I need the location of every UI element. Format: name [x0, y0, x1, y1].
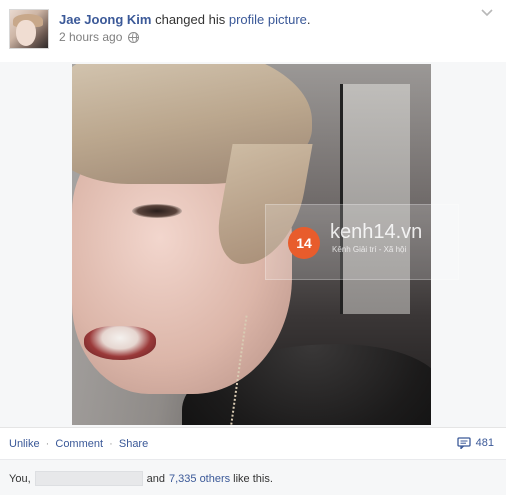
watermark-brand: kenh14.vn — [330, 221, 423, 243]
action-separator: · — [45, 438, 50, 450]
photo-eye — [132, 204, 182, 218]
comment-bubble-icon — [456, 437, 471, 449]
redacted-friend-name — [34, 471, 143, 486]
timestamp-link[interactable]: 2 hours ago — [59, 30, 122, 44]
action-separator: · — [109, 438, 113, 450]
watermark-subtitle: Kênh Giải trí - Xã hội — [332, 245, 407, 254]
story-action-text: changed his — [155, 12, 226, 27]
share-link[interactable]: Share — [119, 438, 148, 450]
likes-sentence: You, and 7,335 others like this. — [9, 471, 273, 486]
comment-count[interactable]: 481 — [456, 437, 494, 449]
likes-prefix: You, — [9, 472, 31, 485]
action-links: Unlike · Comment · Share — [9, 438, 148, 450]
unlike-link[interactable]: Unlike — [9, 438, 40, 450]
chevron-down-icon[interactable] — [480, 8, 494, 18]
likes-summary: You, and 7,335 others like this. — [0, 459, 506, 495]
story-period: . — [306, 12, 311, 27]
story-meta: 2 hours ago — [59, 30, 140, 44]
globe-icon[interactable] — [128, 31, 140, 43]
author-avatar[interactable] — [9, 9, 49, 49]
story-actions-bar: Unlike · Comment · Share 481 — [0, 427, 506, 459]
author-name-link[interactable]: Jae Joong Kim — [59, 12, 151, 27]
photo-container: 14 kenh14.vn Kênh Giải trí - Xã hội — [0, 62, 506, 427]
likes-and: and — [146, 472, 165, 485]
avatar-face — [16, 20, 36, 46]
photo-watermark: 14 kenh14.vn Kênh Giải trí - Xã hội — [265, 204, 459, 280]
comment-count-value: 481 — [475, 437, 494, 449]
story-title: Jae Joong Kim changed his profile pictur… — [59, 12, 311, 27]
comment-link[interactable]: Comment — [55, 438, 103, 450]
likes-suffix: like this. — [233, 472, 273, 485]
story-header: Jae Joong Kim changed his profile pictur… — [0, 0, 506, 62]
profile-picture-link[interactable]: profile picture — [229, 12, 307, 27]
watermark-logo: 14 — [288, 227, 320, 259]
feed-story: Jae Joong Kim changed his profile pictur… — [0, 0, 506, 503]
others-like-link[interactable]: 7,335 others — [169, 473, 230, 485]
photo-mouth — [84, 326, 156, 360]
